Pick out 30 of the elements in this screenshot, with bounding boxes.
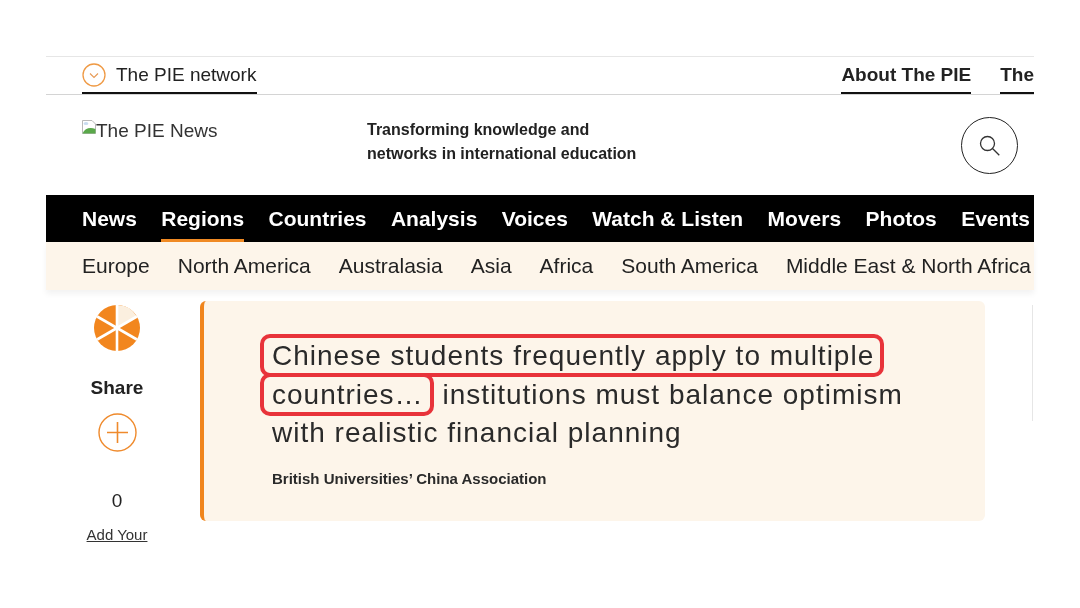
add-comment-link[interactable]: Add Your xyxy=(86,526,148,543)
nav-tab[interactable]: Movers xyxy=(767,195,842,242)
share-label: Share xyxy=(90,377,144,399)
nav-tab[interactable]: Countries xyxy=(268,195,367,242)
nav-tab[interactable]: News xyxy=(82,195,137,242)
search-button[interactable] xyxy=(961,117,1018,174)
attribution-text: British Universities’ China Association xyxy=(272,468,547,489)
broken-image-icon xyxy=(82,120,96,134)
chevron-down-circle-icon xyxy=(82,62,106,87)
subnav-link[interactable]: Middle East & North Africa xyxy=(785,254,1031,278)
quote-text: Chinese students frequently apply to multiple countries… institutions must balance optimism with realistic financial planning xyxy=(260,332,922,458)
nav-tab[interactable]: Events xyxy=(961,195,1030,242)
top-link[interactable]: About The PIE xyxy=(841,57,972,94)
subnav-link[interactable]: South America xyxy=(621,254,758,278)
network-menu-button[interactable]: The PIE network xyxy=(82,57,258,94)
subnav-link[interactable]: Europe xyxy=(82,254,150,278)
subnav-link[interactable]: North America xyxy=(177,254,311,278)
nav-tab[interactable]: Analysis xyxy=(390,195,478,242)
comment-count: 0 xyxy=(111,490,123,512)
nav-tab[interactable]: Photos xyxy=(865,195,937,242)
tagline-text: Transforming knowledge and networks in international education xyxy=(367,120,638,164)
search-icon xyxy=(979,135,1000,156)
logo-alt-text: The PIE News xyxy=(96,120,218,142)
subnav-link[interactable]: Africa xyxy=(539,254,594,278)
top-link[interactable]: The xyxy=(1000,57,1034,94)
nav-tab[interactable]: Voices xyxy=(501,195,568,242)
nav-tab[interactable]: Watch & Listen xyxy=(592,195,744,242)
subnav-link[interactable]: Asia xyxy=(470,254,512,278)
segmented-circle-logo-icon xyxy=(94,305,140,351)
subnav-link[interactable]: Australasia xyxy=(338,254,443,278)
